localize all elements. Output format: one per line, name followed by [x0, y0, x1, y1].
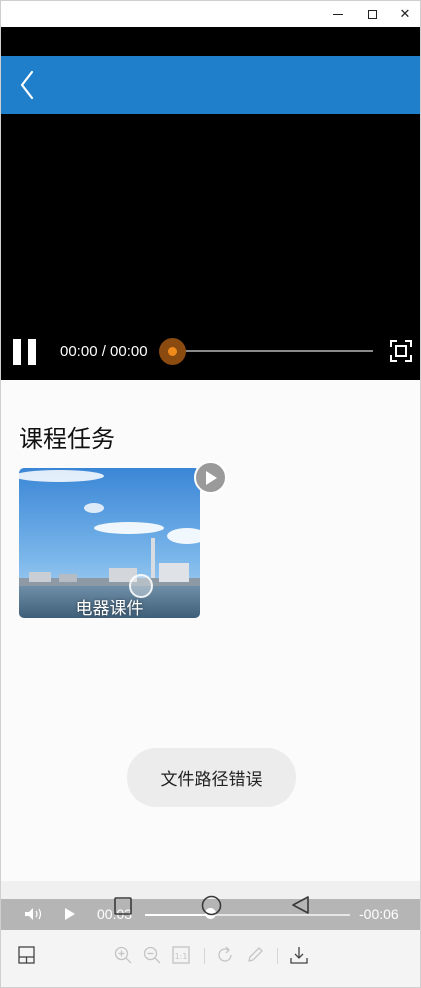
edit-button[interactable] [246, 946, 264, 969]
system-back-button[interactable] [290, 895, 310, 920]
square-icon [114, 897, 132, 915]
chevron-left-icon [20, 70, 34, 100]
play-icon [205, 470, 217, 485]
download-button[interactable] [290, 946, 308, 969]
video-player[interactable]: 00:00 / 00:00 [1, 114, 420, 380]
app-window: ✕ 00:00 / 00:00 课程任务 电器课件 文件路径错误 00:03 -… [0, 0, 421, 988]
pause-icon-bar [28, 339, 36, 365]
toolbar-divider [204, 948, 205, 964]
close-button[interactable]: ✕ [388, 1, 420, 27]
course-item-label: 电器课件 [75, 599, 144, 618]
minimize-button[interactable] [321, 1, 355, 27]
viewer-toolbar: 1:1 [1, 930, 420, 987]
circle-icon [201, 895, 222, 916]
recents-button[interactable] [114, 897, 132, 920]
maximize-icon [367, 9, 377, 19]
fullscreen-button[interactable] [390, 340, 412, 362]
maximize-button[interactable] [355, 1, 389, 27]
fullscreen-icon [390, 340, 412, 362]
zoom-out-icon [143, 946, 161, 964]
volume-button[interactable] [24, 907, 44, 926]
play-badge-button[interactable] [194, 461, 227, 494]
zoom-out-button[interactable] [143, 946, 161, 969]
close-icon: ✕ [399, 6, 411, 22]
triangle-back-icon [292, 896, 309, 914]
window-title-bar: ✕ [1, 1, 420, 27]
actual-size-button[interactable]: 1:1 [172, 946, 190, 969]
media-progress-track[interactable] [145, 914, 350, 916]
download-icon [290, 947, 308, 964]
app-header [1, 56, 420, 114]
actual-size-icon: 1:1 [172, 946, 190, 964]
minimize-icon [333, 13, 343, 15]
panel-layout-button[interactable] [18, 946, 35, 969]
knob-dot [168, 347, 177, 356]
section-title: 课程任务 [19, 426, 115, 453]
back-button[interactable] [13, 69, 41, 101]
course-item-card[interactable]: 电器课件 [19, 468, 200, 618]
error-toast: 文件路径错误 [127, 748, 296, 807]
video-progress-knob[interactable] [159, 338, 186, 365]
video-progress-track[interactable] [173, 350, 373, 352]
panel-layout-icon [18, 946, 35, 964]
actual-size-label: 1:1 [175, 952, 188, 961]
toast-message: 文件路径错误 [160, 770, 263, 789]
rotate-button[interactable] [216, 946, 234, 969]
play-icon [65, 908, 75, 920]
volume-icon [25, 908, 42, 920]
home-button[interactable] [201, 895, 222, 921]
pause-icon [13, 339, 21, 365]
status-bar [1, 27, 420, 56]
media-remaining-time: -00:06 [359, 906, 399, 922]
rotate-icon [218, 946, 232, 962]
toolbar-divider [277, 948, 278, 964]
pencil-icon [248, 947, 263, 962]
zoom-in-button[interactable] [114, 946, 132, 969]
zoom-in-icon [114, 946, 132, 964]
pause-button[interactable] [12, 339, 38, 365]
media-play-button[interactable] [64, 907, 76, 926]
video-time: 00:00 / 00:00 [60, 343, 148, 360]
